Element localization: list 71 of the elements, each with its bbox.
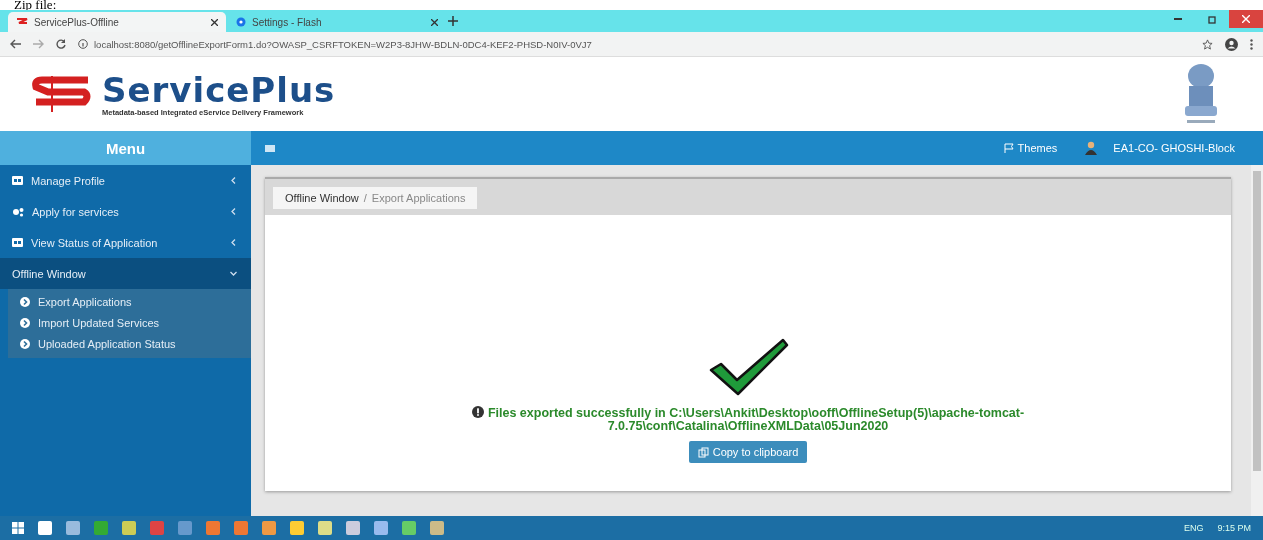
browser-tab[interactable]: Settings - Flash — [228, 12, 446, 32]
language-indicator: ENG — [1183, 523, 1204, 533]
flag-icon — [1003, 143, 1014, 153]
url-text: localhost:8080/getOfflineExportForm1.do?OWASP_CSRFTOKEN=W2P3-8JHW-BDLN-0DC4-KEF2-PHSD-N0IV-0VJ7 — [94, 38, 592, 50]
taskbar-app-icon[interactable] — [206, 521, 220, 535]
taskbar-app-icon[interactable] — [234, 521, 248, 535]
close-icon[interactable] — [431, 18, 438, 26]
menu-title: Menu — [0, 131, 251, 165]
logo-icon — [30, 74, 92, 114]
restore-icon — [1207, 14, 1217, 24]
taskbar-app-icon[interactable] — [262, 521, 276, 535]
reload-icon[interactable] — [56, 39, 66, 49]
info-icon — [78, 39, 88, 49]
taskbar-app-icon[interactable] — [402, 521, 416, 535]
checkmark-icon — [707, 336, 789, 398]
minimize-icon — [1174, 18, 1182, 20]
clock: 9:15 PM — [1217, 523, 1251, 533]
close-icon[interactable] — [211, 18, 218, 26]
id-card-icon — [12, 176, 23, 185]
taskbar-app-icon[interactable] — [178, 521, 192, 535]
taskbar-app-icon[interactable] — [122, 521, 136, 535]
sidebar-item[interactable]: Offline Window — [0, 258, 251, 289]
close-icon — [1242, 15, 1250, 23]
gears-icon — [12, 206, 24, 217]
start-icon[interactable] — [12, 522, 24, 534]
menu-icon[interactable] — [265, 144, 275, 152]
chevron-left-icon — [230, 208, 237, 215]
account-icon[interactable] — [1225, 37, 1238, 51]
logo-icon — [16, 17, 28, 27]
copy-button[interactable]: Copy to clipboard — [688, 441, 808, 463]
gear-icon — [236, 17, 246, 27]
star-icon[interactable] — [1202, 38, 1213, 50]
breadcrumb-separator: / — [363, 192, 367, 204]
close-button[interactable] — [1229, 10, 1263, 28]
id-card-icon — [12, 238, 23, 247]
taskbar-app-icon[interactable] — [318, 521, 332, 535]
copy-icon — [697, 446, 709, 458]
user-menu[interactable]: EA1-CO- GHOSHI-Block — [1085, 141, 1235, 155]
taskbar-app-icon[interactable] — [150, 521, 164, 535]
taskbar-app-icon[interactable] — [346, 521, 360, 535]
forward-icon[interactable] — [33, 39, 44, 49]
browser-tab[interactable]: ServicePlus-Offline — [8, 12, 226, 32]
sidebar-subitem[interactable]: Uploaded Application Status — [8, 333, 251, 354]
back-icon[interactable] — [10, 39, 21, 49]
taskbar-app-icon[interactable] — [38, 521, 52, 535]
taskbar-app-icon[interactable] — [290, 521, 304, 535]
taskbar-app-icon[interactable] — [66, 521, 80, 535]
sidebar-subitem[interactable]: Import Updated Services — [8, 312, 251, 333]
taskbar-app-icon[interactable] — [374, 521, 388, 535]
arrow-circle-icon — [20, 317, 30, 328]
chevron-left-icon — [230, 177, 237, 184]
user-icon — [1085, 141, 1098, 155]
alert-icon — [471, 406, 484, 418]
sidebar-item[interactable]: Manage Profile — [0, 165, 251, 196]
breadcrumb-link[interactable]: Offline Window — [285, 192, 359, 204]
success-message: Files exported successfully in C:\Users\Ankit\Desktop\ooff\OfflineSetup(5)\apache-tomcat-7.0.75\conf\Catalina\OfflineXMLData\05Jun2020 — [368, 406, 1128, 433]
more-icon[interactable] — [1250, 38, 1253, 50]
sidebar-item[interactable]: View Status of Application — [0, 227, 251, 258]
arrow-circle-icon — [20, 338, 30, 349]
taskbar-app-icon[interactable] — [430, 521, 444, 535]
sidebar-subitem[interactable]: Export Applications — [8, 291, 251, 312]
chevron-down-icon — [230, 270, 237, 277]
arrow-circle-icon — [20, 296, 30, 307]
sidebar-item[interactable]: Apply for services — [0, 196, 251, 227]
breadcrumb-current: Export Applications — [371, 192, 466, 204]
scrollbar-thumb[interactable] — [1253, 171, 1261, 471]
chevron-left-icon — [230, 239, 237, 246]
new-tab-icon[interactable] — [448, 16, 458, 26]
taskbar-app-icon[interactable] — [94, 521, 108, 535]
themes-link[interactable]: Themes — [1003, 142, 1058, 154]
logo-text: ServicePlus — [102, 71, 336, 108]
